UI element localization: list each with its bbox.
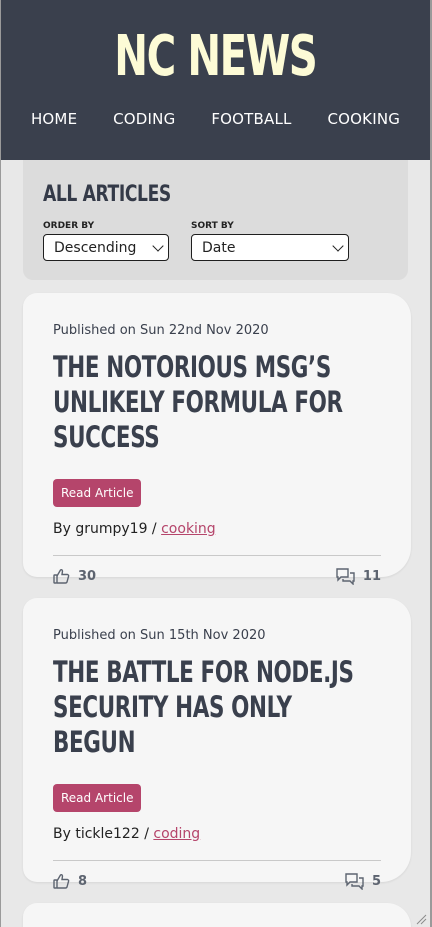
main-nav: HOME CODING FOOTBALL COOKING [1, 88, 430, 128]
read-article-button[interactable]: Read Article [53, 784, 142, 812]
nav-cooking[interactable]: COOKING [327, 110, 400, 128]
filter-panel: ALL ARTICLES ORDER BY Descending SORT BY… [23, 160, 408, 280]
vote-count: 30 [78, 568, 97, 584]
order-by-label: ORDER BY [43, 221, 95, 231]
read-article-button[interactable]: Read Article [53, 479, 142, 507]
comments[interactable]: 5 [345, 872, 381, 890]
sort-by-group: SORT BY Date [191, 221, 349, 261]
sort-by-value: Date [202, 239, 236, 256]
comments[interactable]: 11 [336, 567, 381, 585]
sort-by-select[interactable]: Date [191, 234, 349, 261]
comment-count: 11 [362, 568, 381, 584]
votes[interactable]: 30 [53, 568, 96, 584]
votes[interactable]: 8 [53, 873, 87, 889]
article-card [23, 903, 411, 927]
comment-count: 5 [371, 873, 381, 889]
nav-coding[interactable]: CODING [113, 110, 175, 128]
chevron-down-icon [332, 239, 344, 252]
site-title[interactable]: NC NEWS [114, 26, 318, 88]
vote-count: 8 [78, 873, 88, 889]
article-card: Published on Sun 22nd Nov 2020 THE NOTOR… [23, 293, 411, 585]
article-byline: By tickle122 / coding [53, 826, 381, 842]
filter-controls: ORDER BY Descending SORT BY Date [43, 221, 388, 261]
order-by-value: Descending [54, 239, 137, 256]
app-window: NC NEWS HOME CODING FOOTBALL COOKING ALL… [0, 0, 432, 927]
article-card: Published on Sun 15th Nov 2020 THE BATTL… [23, 598, 411, 890]
site-header: NC NEWS HOME CODING FOOTBALL COOKING [1, 0, 430, 160]
article-stats: 8 5 [53, 861, 381, 901]
topic-link[interactable]: cooking [161, 521, 216, 537]
order-by-group: ORDER BY Descending [43, 221, 169, 261]
thumbs-up-icon [53, 873, 70, 889]
page-title: ALL ARTICLES [43, 182, 171, 207]
article-title: THE BATTLE FOR NODE.JS SECURITY HAS ONLY… [53, 655, 354, 759]
nav-home[interactable]: HOME [31, 110, 77, 128]
topic-link[interactable]: coding [153, 826, 200, 842]
article-stats: 30 11 [53, 556, 381, 596]
sort-by-label: SORT BY [191, 221, 234, 231]
resize-grip-icon[interactable] [415, 913, 427, 925]
author: By grumpy19 / [53, 521, 157, 537]
comments-icon [345, 872, 364, 890]
article-byline: By grumpy19 / cooking [53, 521, 381, 537]
nav-football[interactable]: FOOTBALL [211, 110, 291, 128]
published-date: Published on Sun 22nd Nov 2020 [53, 323, 269, 338]
comments-icon [336, 567, 355, 585]
thumbs-up-icon [53, 568, 70, 584]
author: By tickle122 / [53, 826, 149, 842]
chevron-down-icon [152, 239, 164, 252]
order-by-select[interactable]: Descending [43, 234, 169, 261]
published-date: Published on Sun 15th Nov 2020 [53, 628, 266, 643]
article-title: THE NOTORIOUS MSG’S UNLIKELY FORMULA FOR… [53, 350, 343, 454]
